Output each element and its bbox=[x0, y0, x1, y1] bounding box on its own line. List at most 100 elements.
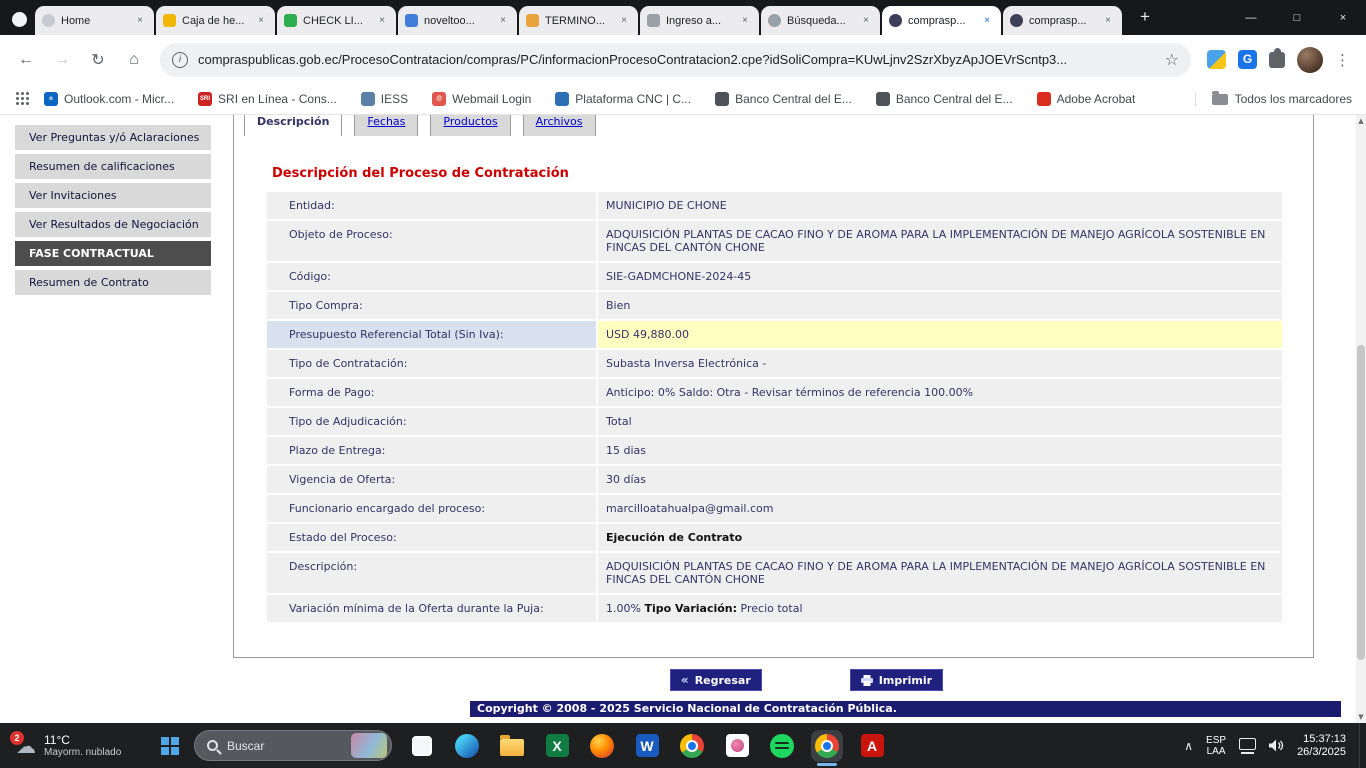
new-tab-button[interactable]: + bbox=[1132, 4, 1158, 30]
close-window-button[interactable]: × bbox=[1320, 0, 1366, 35]
start-button[interactable] bbox=[148, 723, 192, 768]
task-view-icon bbox=[412, 736, 432, 756]
pc-status-icon[interactable] bbox=[1239, 738, 1256, 750]
maximize-button[interactable]: □ bbox=[1274, 0, 1320, 35]
scroll-down-icon[interactable]: ▼ bbox=[1356, 711, 1366, 723]
tab-productos[interactable]: Productos bbox=[430, 115, 510, 136]
back-icon[interactable]: ← bbox=[11, 45, 41, 75]
tab-close-icon[interactable]: × bbox=[375, 14, 389, 28]
tab-title: CHECK LI... bbox=[303, 15, 375, 27]
row-label: Tipo de Contratación: bbox=[267, 350, 596, 377]
chrome-app[interactable] bbox=[680, 734, 704, 758]
bookmark-banco-central-1[interactable]: Banco Central del E... bbox=[715, 92, 852, 106]
language-indicator[interactable]: ESP LAA bbox=[1206, 735, 1226, 757]
table-row-variacion: Variación mínima de la Oferta durante la… bbox=[267, 595, 1282, 622]
translate-icon[interactable]: G bbox=[1238, 50, 1257, 69]
scrollbar-thumb[interactable] bbox=[1357, 345, 1365, 660]
file-explorer-app[interactable] bbox=[500, 734, 524, 758]
row-label: Forma de Pago: bbox=[267, 379, 596, 406]
minimize-button[interactable]: — bbox=[1228, 0, 1274, 35]
taskbar-search[interactable]: Buscar bbox=[194, 730, 392, 761]
site-info-icon[interactable]: i bbox=[172, 52, 188, 68]
tab-close-icon[interactable]: × bbox=[496, 14, 510, 28]
action-buttons: « Regresar Imprimir bbox=[233, 669, 1314, 691]
clock[interactable]: 15:37:13 26/3/2025 bbox=[1297, 733, 1346, 759]
show-desktop-button[interactable] bbox=[1359, 723, 1364, 768]
tab-archivos[interactable]: Archivos bbox=[523, 115, 596, 136]
browser-tab-busqueda[interactable]: Búsqueda... × bbox=[761, 6, 880, 35]
excel-app[interactable]: X bbox=[545, 734, 569, 758]
tab-close-icon[interactable]: × bbox=[617, 14, 631, 28]
extensions-icon[interactable] bbox=[1269, 52, 1285, 68]
tab-close-icon[interactable]: × bbox=[254, 14, 268, 28]
bookmark-webmail[interactable]: @ Webmail Login bbox=[432, 92, 531, 106]
print-button[interactable]: Imprimir bbox=[850, 669, 943, 691]
tab-close-icon[interactable]: × bbox=[1101, 14, 1115, 28]
volume-icon[interactable] bbox=[1269, 739, 1284, 752]
tab-favicon bbox=[647, 14, 660, 27]
page-scrollbar[interactable]: ▲ ▼ bbox=[1356, 115, 1366, 723]
edge-app[interactable] bbox=[455, 734, 479, 758]
notification-badge: 2 bbox=[10, 731, 24, 745]
tab-close-icon[interactable]: × bbox=[738, 14, 752, 28]
main-panel: Descripción Fechas Productos Archivos De… bbox=[233, 115, 1314, 658]
row-label: Tipo de Adjudicación: bbox=[267, 408, 596, 435]
word-app[interactable]: W bbox=[635, 734, 659, 758]
scroll-up-icon[interactable]: ▲ bbox=[1356, 115, 1366, 127]
chrome-app-active[interactable] bbox=[815, 734, 839, 758]
sidebar-item-preguntas[interactable]: Ver Preguntas y/ó Aclaraciones bbox=[15, 125, 211, 150]
tab-descripcion[interactable]: Descripción bbox=[244, 115, 342, 136]
weather-text: 11°C Mayorm. nublado bbox=[44, 733, 121, 758]
refresh-icon[interactable]: ↻ bbox=[83, 45, 113, 75]
acrobat-app[interactable]: A bbox=[860, 734, 884, 758]
search-highlight-image[interactable] bbox=[351, 733, 387, 758]
bookmark-banco-central-2[interactable]: Banco Central del E... bbox=[876, 92, 1013, 106]
extension-shortcut-icon[interactable] bbox=[1207, 50, 1226, 69]
task-view-button[interactable] bbox=[410, 734, 434, 758]
tab-close-icon[interactable]: × bbox=[133, 14, 147, 28]
browser-tab-terminos[interactable]: TERMINO... × bbox=[519, 6, 638, 35]
search-placeholder: Buscar bbox=[227, 739, 342, 753]
spotify-app[interactable] bbox=[770, 734, 794, 758]
bookmark-acrobat[interactable]: Adobe Acrobat bbox=[1037, 92, 1136, 106]
tab-close-icon[interactable]: × bbox=[859, 14, 873, 28]
bookmark-outlook[interactable]: o Outlook.com - Micr... bbox=[44, 92, 174, 106]
sidebar-item-calificaciones[interactable]: Resumen de calificaciones bbox=[15, 154, 211, 179]
weather-widget[interactable]: 2 ☁ 11°C Mayorm. nublado bbox=[0, 723, 148, 768]
tab-fechas[interactable]: Fechas bbox=[354, 115, 418, 136]
forward-icon[interactable]: → bbox=[47, 45, 77, 75]
back-button[interactable]: « Regresar bbox=[670, 669, 762, 691]
browser-tab-home[interactable]: Home × bbox=[35, 6, 154, 35]
bookmark-cnc[interactable]: Plataforma CNC | C... bbox=[555, 92, 691, 106]
tab-title: noveltoo... bbox=[424, 15, 496, 27]
address-bar[interactable]: i compraspublicas.gob.ec/ProcesoContrata… bbox=[160, 43, 1191, 77]
browser-tab-noveltoon[interactable]: noveltoo... × bbox=[398, 6, 517, 35]
apps-grid-icon[interactable] bbox=[16, 92, 30, 106]
browser-tab-caja[interactable]: Caja de he... × bbox=[156, 6, 275, 35]
tab-close-icon[interactable]: × bbox=[980, 14, 994, 28]
tray-expand-icon[interactable]: ∧ bbox=[1184, 739, 1193, 753]
weather-temp: 11°C bbox=[44, 733, 121, 747]
sidebar-item-resumen-contrato[interactable]: Resumen de Contrato bbox=[15, 270, 211, 295]
browser-tab-ingreso[interactable]: Ingreso a... × bbox=[640, 6, 759, 35]
all-bookmarks-button[interactable]: Todos los marcadores bbox=[1195, 92, 1352, 106]
sidebar-item-invitaciones[interactable]: Ver Invitaciones bbox=[15, 183, 211, 208]
table-row-estado: Estado del Proceso: Ejecución de Contrat… bbox=[267, 524, 1282, 551]
browser-tab-check[interactable]: CHECK LI... × bbox=[277, 6, 396, 35]
profile-avatar[interactable] bbox=[1297, 47, 1323, 73]
browser-tab-compraspublicas-2[interactable]: comprasp... × bbox=[1003, 6, 1122, 35]
table-row-highlighted: Presupuesto Referencial Total (Sin Iva):… bbox=[267, 321, 1282, 348]
process-detail-table: Entidad: MUNICIPIO DE CHONE Objeto de Pr… bbox=[267, 192, 1282, 622]
bookmark-sri[interactable]: SRI SRI en Línea - Cons... bbox=[198, 92, 337, 106]
row-value: ADQUISICIÓN PLANTAS DE CACAO FINO Y DE A… bbox=[598, 221, 1282, 261]
home-icon[interactable]: ⌂ bbox=[119, 45, 149, 75]
chrome-menu-icon[interactable]: ⋮ bbox=[1335, 51, 1350, 69]
browser-tab-compraspublicas-active[interactable]: comprasp... × bbox=[882, 6, 1001, 35]
photos-app[interactable] bbox=[725, 734, 749, 758]
bookmark-star-icon[interactable]: ☆ bbox=[1165, 50, 1179, 70]
print-button-label: Imprimir bbox=[879, 674, 932, 687]
bookmark-iess[interactable]: IESS bbox=[361, 92, 408, 106]
firefox-app[interactable] bbox=[590, 734, 614, 758]
sidebar-item-resultados[interactable]: Ver Resultados de Negociación bbox=[15, 212, 211, 237]
bookmark-label: SRI en Línea - Cons... bbox=[218, 92, 337, 106]
